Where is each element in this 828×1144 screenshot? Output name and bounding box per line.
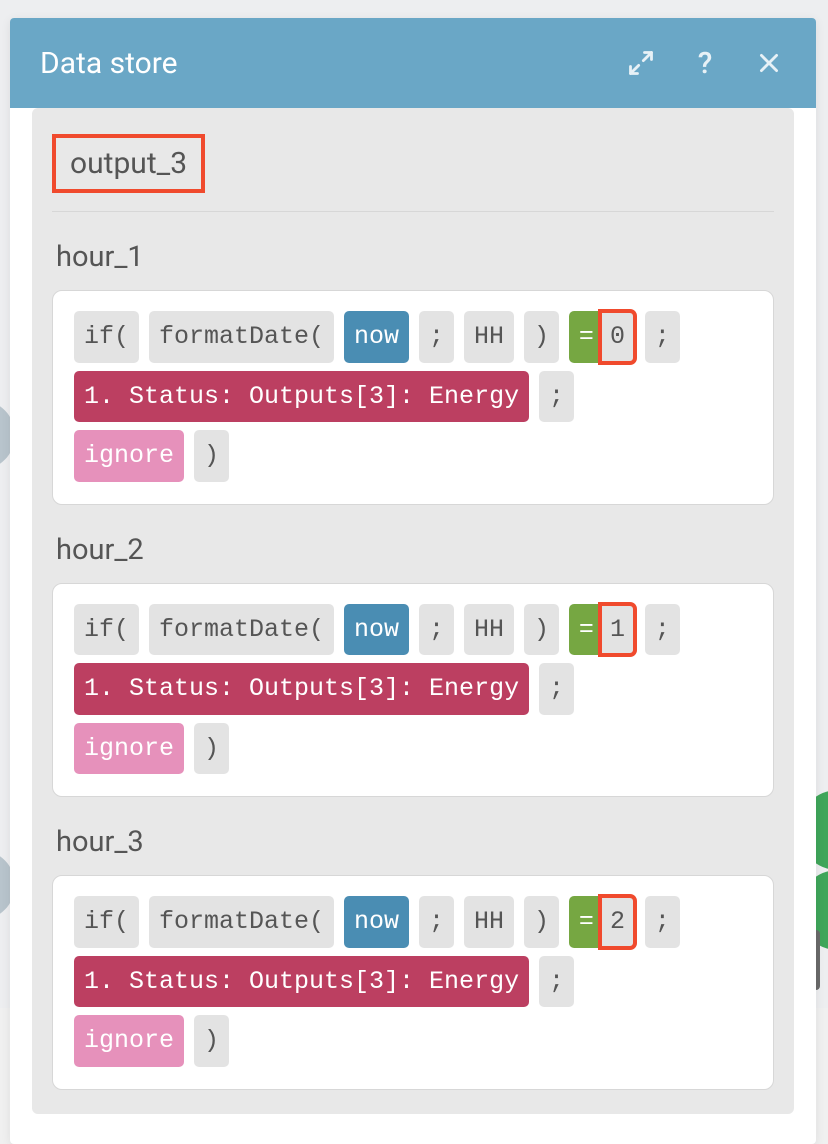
token-sep[interactable]: ;	[645, 896, 680, 948]
token-equals-group[interactable]: = 2	[569, 896, 635, 948]
expression-editor[interactable]: if( formatDate( now ; HH ) = 0 ; 1. Stat…	[52, 290, 774, 505]
token-if[interactable]: if(	[74, 896, 139, 948]
token-sep[interactable]: ;	[419, 896, 454, 948]
section-title-row: output_3	[52, 108, 774, 212]
token-hh[interactable]: HH	[464, 311, 514, 363]
expand-icon[interactable]	[624, 46, 658, 80]
token-close[interactable]: )	[524, 604, 559, 656]
data-store-panel: Data store ? output_3 hour_1 if( f	[10, 18, 816, 1144]
token-if[interactable]: if(	[74, 311, 139, 363]
token-sep[interactable]: ;	[539, 956, 574, 1008]
token-equals-group[interactable]: = 1	[569, 604, 635, 656]
token-eq-value[interactable]: 2	[600, 896, 635, 948]
token-ignore[interactable]: ignore	[74, 430, 184, 482]
token-now[interactable]: now	[344, 604, 409, 656]
token-close[interactable]: )	[194, 430, 229, 482]
field-hour-2: hour_2 if( formatDate( now ; HH ) = 1 ; …	[52, 505, 774, 798]
token-now[interactable]: now	[344, 896, 409, 948]
expression-editor[interactable]: if( formatDate( now ; HH ) = 2 ; 1. Stat…	[52, 875, 774, 1090]
token-now[interactable]: now	[344, 311, 409, 363]
panel-title: Data store	[40, 46, 594, 81]
field-hour-1: hour_1 if( formatDate( now ; HH ) = 0 ; …	[52, 212, 774, 505]
field-hour-3: hour_3 if( formatDate( now ; HH ) = 2 ; …	[52, 797, 774, 1090]
token-formatdate[interactable]: formatDate(	[149, 311, 334, 363]
token-eq-value[interactable]: 1	[600, 604, 635, 656]
expression-editor[interactable]: if( formatDate( now ; HH ) = 1 ; 1. Stat…	[52, 583, 774, 798]
token-close[interactable]: )	[194, 1015, 229, 1067]
token-equals-group[interactable]: = 0	[569, 311, 635, 363]
token-close[interactable]: )	[194, 723, 229, 775]
token-eq: =	[569, 604, 600, 656]
token-hh[interactable]: HH	[464, 896, 514, 948]
token-status[interactable]: 1. Status: Outputs[3]: Energy	[74, 956, 529, 1008]
token-status[interactable]: 1. Status: Outputs[3]: Energy	[74, 371, 529, 423]
token-eq: =	[569, 311, 600, 363]
output-section: output_3 hour_1 if( formatDate( now ; HH…	[32, 108, 794, 1114]
token-sep[interactable]: ;	[419, 311, 454, 363]
panel-header: Data store ?	[10, 18, 816, 108]
token-sep[interactable]: ;	[645, 604, 680, 656]
token-eq-value[interactable]: 0	[600, 311, 635, 363]
token-formatdate[interactable]: formatDate(	[149, 604, 334, 656]
token-status[interactable]: 1. Status: Outputs[3]: Energy	[74, 663, 529, 715]
section-title[interactable]: output_3	[52, 134, 205, 193]
token-close[interactable]: )	[524, 311, 559, 363]
token-sep[interactable]: ;	[539, 371, 574, 423]
field-label: hour_3	[52, 797, 774, 875]
close-icon[interactable]	[752, 46, 786, 80]
field-label: hour_2	[52, 505, 774, 583]
help-icon[interactable]: ?	[688, 46, 722, 80]
token-ignore[interactable]: ignore	[74, 1015, 184, 1067]
token-close[interactable]: )	[524, 896, 559, 948]
token-sep[interactable]: ;	[645, 311, 680, 363]
panel-body: output_3 hour_1 if( formatDate( now ; HH…	[10, 108, 816, 1144]
token-if[interactable]: if(	[74, 604, 139, 656]
token-sep[interactable]: ;	[419, 604, 454, 656]
token-ignore[interactable]: ignore	[74, 723, 184, 775]
field-label: hour_1	[52, 212, 774, 290]
token-formatdate[interactable]: formatDate(	[149, 896, 334, 948]
token-hh[interactable]: HH	[464, 604, 514, 656]
token-sep[interactable]: ;	[539, 663, 574, 715]
token-eq: =	[569, 896, 600, 948]
